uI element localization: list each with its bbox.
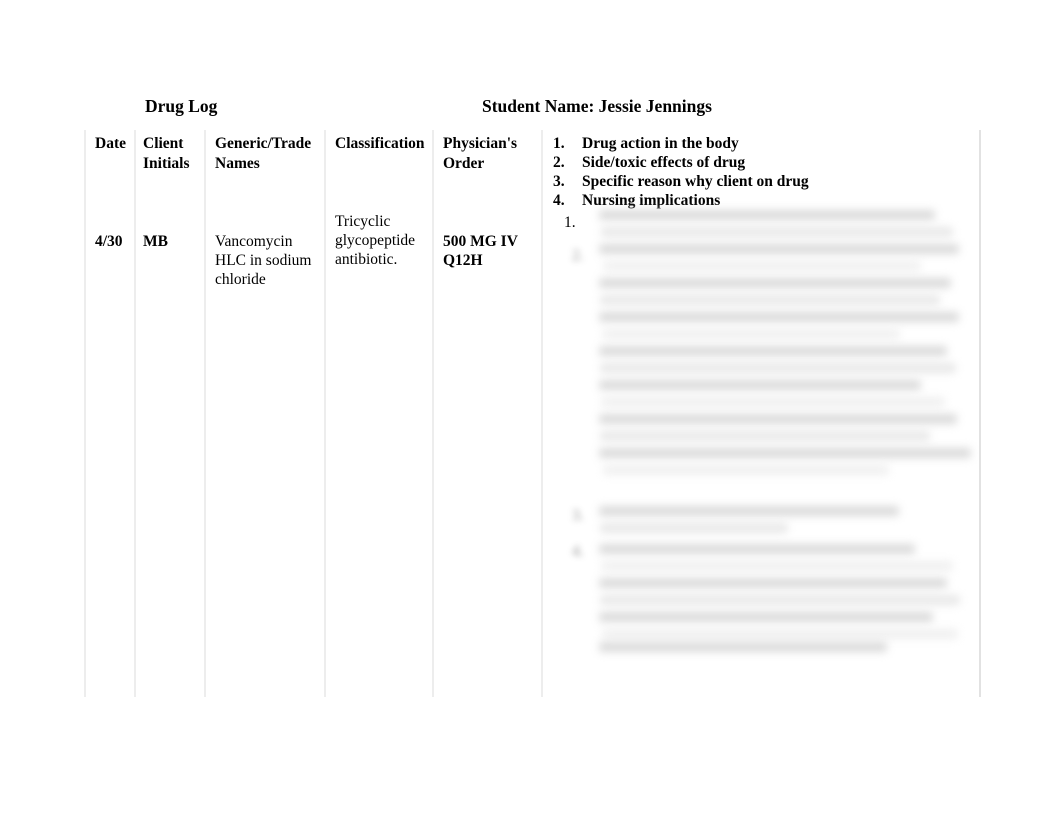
table-rule-5 — [541, 130, 543, 697]
criteria-number: 2. — [553, 154, 565, 171]
document-page: Drug Log Student Name: Jessie Jennings D… — [0, 0, 1062, 822]
criteria-label: Nursing implications — [582, 192, 721, 209]
criteria-label: Side/toxic effects of drug — [582, 154, 746, 171]
column-header-client-initials-line1: Client — [143, 135, 184, 152]
table-rule-right — [979, 130, 981, 697]
criteria-label: Drug action in the body — [582, 135, 739, 152]
column-header-client-initials-line2: Initials — [143, 155, 190, 172]
redacted-list-marker: 2. — [572, 247, 584, 264]
column-header-criteria-list: 1. Drug action in the body 2. Side/toxic… — [553, 134, 973, 210]
criteria-number: 3. — [553, 173, 565, 190]
cell-client-initials: MB — [143, 233, 168, 250]
column-header-date: Date — [95, 135, 126, 152]
column-header-generic-trade-line1: Generic/Trade — [215, 135, 312, 152]
criteria-label: Specific reason why client on drug — [582, 173, 809, 190]
notes-first-marker: 1. — [564, 214, 576, 231]
table-column-client-initials: Client Initials MB — [136, 130, 204, 251]
table-column-notes: 1. Drug action in the body 2. Side/toxic… — [543, 130, 979, 231]
cell-date: 4/30 — [95, 233, 123, 250]
cell-classification-line2: glycopeptide — [335, 232, 416, 249]
criteria-number: 1. — [553, 135, 565, 152]
cell-physician-order-line2: Q12H — [443, 252, 483, 269]
cell-generic-trade-line1: Vancomycin — [215, 233, 293, 250]
cell-physician-order-line1: 500 MG IV — [443, 233, 518, 250]
column-header-classification: Classification — [335, 135, 425, 152]
column-header-physician-order-line2: Order — [443, 155, 485, 172]
criteria-number: 4. — [553, 192, 565, 209]
cell-classification-line3: antibiotic. — [335, 251, 398, 268]
cell-classification-line1: Tricyclic — [335, 213, 391, 230]
redacted-list-marker: 3. — [572, 507, 584, 524]
criteria-item: 3. Specific reason why client on drug — [553, 172, 973, 191]
criteria-item: 2. Side/toxic effects of drug — [553, 153, 973, 172]
document-header: Drug Log Student Name: Jessie Jennings — [84, 94, 980, 118]
column-header-generic-trade-line2: Names — [215, 155, 260, 172]
student-name-label: Student Name: Jessie Jennings — [482, 96, 712, 116]
criteria-item: 4. Nursing implications — [553, 191, 973, 210]
table-column-classification: Classification Tricyclic glycopeptide an… — [326, 130, 432, 269]
page-title: Drug Log — [145, 96, 218, 116]
redacted-list-marker: 4. — [572, 543, 584, 560]
table-column-physician-order: Physician's Order 500 MG IV Q12H — [434, 130, 541, 270]
table-column-generic-trade-names: Generic/Trade Names Vancomycin HLC in so… — [206, 130, 324, 289]
column-header-physician-order-line1: Physician's — [443, 135, 518, 152]
criteria-item: 1. Drug action in the body — [553, 134, 973, 153]
cell-generic-trade-line2: HLC in sodium — [215, 252, 312, 269]
drug-log-table: Date 4/30 Client Initials MB Generic/Tra… — [84, 130, 981, 697]
cell-generic-trade-line3: chloride — [215, 271, 266, 288]
table-column-date: Date 4/30 — [86, 130, 134, 251]
